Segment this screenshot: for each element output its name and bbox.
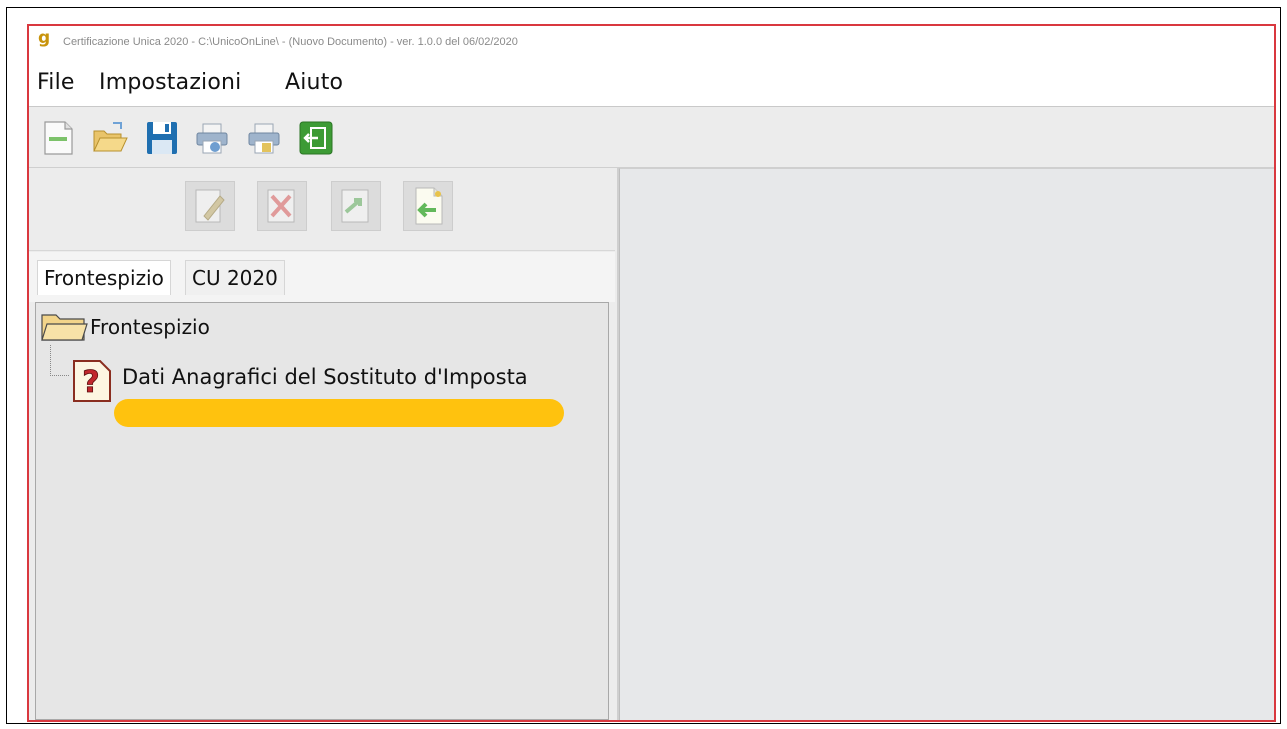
left-panel: Frontespizio CU 2020 Frontespizio ? Dati… — [29, 168, 619, 720]
exit-icon[interactable] — [297, 119, 335, 157]
export-icon[interactable] — [331, 181, 381, 231]
app-logo-icon: g — [38, 28, 51, 48]
folder-icon — [40, 309, 88, 348]
menu-aiuto[interactable]: Aiuto — [285, 70, 343, 95]
title-bar: g Certificazione Unica 2020 - C:\UnicoOn… — [29, 26, 1274, 64]
highlight-bar — [114, 399, 564, 427]
detail-panel — [619, 168, 1274, 720]
menu-file[interactable]: File — [37, 70, 75, 95]
edit-icon[interactable] — [185, 181, 235, 231]
add-document-icon[interactable] — [403, 181, 453, 231]
tree-connector — [50, 345, 69, 376]
menu-impostazioni[interactable]: Impostazioni — [99, 70, 242, 95]
main-toolbar — [29, 106, 1274, 168]
menu-bar: File Impostazioni Aiuto — [29, 64, 1274, 106]
app-window: g Certificazione Unica 2020 - C:\UnicoOn… — [27, 24, 1276, 722]
tab-cu-2020[interactable]: CU 2020 — [185, 260, 285, 295]
new-document-icon[interactable] — [39, 119, 77, 157]
open-folder-icon[interactable] — [91, 119, 129, 157]
print-icon[interactable] — [193, 119, 231, 157]
question-icon: ? — [70, 359, 114, 408]
tree-root-label[interactable]: Frontespizio — [90, 315, 210, 339]
tab-frontespizio[interactable]: Frontespizio — [37, 260, 171, 295]
save-icon[interactable] — [143, 119, 181, 157]
print-preview-icon[interactable] — [245, 119, 283, 157]
tree-view: Frontespizio ? Dati Anagrafici del Sosti… — [35, 302, 609, 720]
tab-strip: Frontespizio CU 2020 — [29, 252, 615, 302]
tree-toolbar — [29, 168, 615, 251]
svg-text:?: ? — [82, 365, 99, 400]
window-title: Certificazione Unica 2020 - C:\UnicoOnLi… — [63, 36, 518, 48]
tree-item-dati-anagrafici[interactable]: Dati Anagrafici del Sostituto d'Imposta — [122, 365, 528, 389]
delete-icon[interactable] — [257, 181, 307, 231]
